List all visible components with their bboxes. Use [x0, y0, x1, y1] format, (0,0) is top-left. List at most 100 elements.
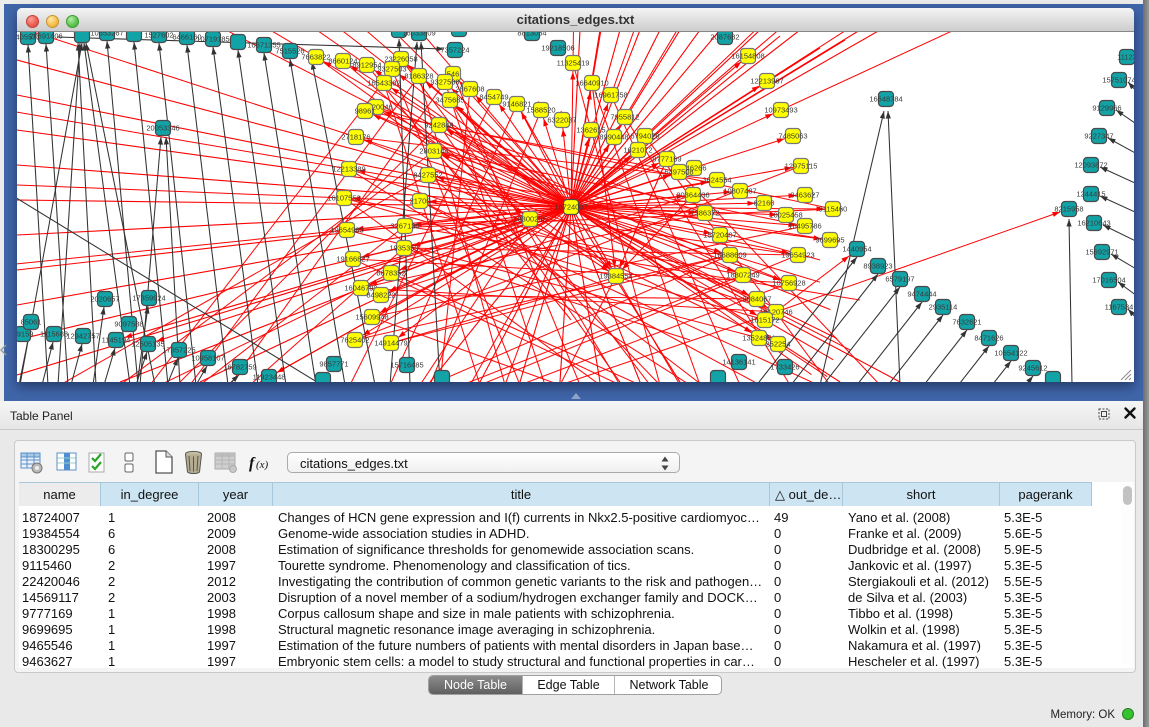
svg-text:8990448: 8990448: [599, 133, 628, 142]
svg-text:10958107: 10958107: [191, 354, 224, 363]
svg-text:20691406: 20691406: [29, 32, 62, 41]
svg-text:12093872: 12093872: [1074, 161, 1107, 170]
svg-text:7625402: 7625402: [340, 336, 369, 345]
svg-text:8498222: 8498222: [366, 291, 395, 300]
svg-text:7485063: 7485063: [778, 132, 807, 141]
svg-text:1615172: 1615172: [750, 316, 779, 325]
svg-text:6497508: 6497508: [664, 168, 693, 177]
svg-text:1527602: 1527602: [144, 32, 173, 40]
svg-text:7663822: 7663822: [301, 53, 330, 62]
svg-text:8427552: 8427552: [413, 171, 442, 180]
svg-text:15609948: 15609948: [355, 313, 388, 322]
svg-text:15716485: 15716485: [390, 361, 423, 370]
svg-text:3475685: 3475685: [435, 96, 464, 105]
svg-text:1167534: 1167534: [1105, 303, 1134, 312]
svg-text:16154808: 16154808: [731, 52, 764, 61]
svg-text:2935114: 2935114: [929, 303, 958, 312]
svg-text:19384554: 19384554: [599, 272, 632, 281]
svg-text:2020657: 2020657: [90, 295, 119, 304]
svg-text:15720407: 15720407: [703, 231, 736, 240]
svg-text:12975115: 12975115: [785, 162, 818, 171]
svg-text:7357224: 7357224: [440, 46, 469, 55]
svg-text:9474444: 9474444: [907, 290, 936, 299]
svg-text:7515526: 7515526: [275, 47, 304, 56]
svg-text:6794028: 6794028: [630, 132, 659, 141]
svg-text:14914479: 14914479: [374, 339, 407, 348]
svg-text:2087682: 2087682: [710, 33, 739, 42]
svg-text:17016504: 17016504: [1092, 276, 1125, 285]
svg-text:10654122: 10654122: [994, 349, 1027, 358]
svg-text:19166827: 19166827: [336, 255, 369, 264]
svg-text:15692971: 15692971: [1085, 248, 1118, 257]
svg-text:9699695: 9699695: [815, 236, 844, 245]
svg-text:85061: 85061: [21, 318, 42, 327]
svg-text:8186328: 8186328: [404, 72, 433, 81]
svg-text:9242848: 9242848: [424, 121, 453, 130]
svg-text:3624554: 3624554: [702, 176, 731, 185]
svg-text:1935359: 1935359: [389, 244, 418, 253]
svg-text:3267130: 3267130: [390, 222, 419, 231]
svg-text:11325419: 11325419: [557, 59, 590, 68]
svg-text:1115688: 1115688: [40, 330, 68, 339]
svg-text:10719185: 10719185: [196, 35, 229, 44]
svg-text:8678352: 8678352: [376, 269, 405, 278]
svg-text:20053346: 20053346: [146, 124, 179, 133]
svg-text:9115460: 9115460: [819, 205, 848, 214]
svg-text:9327503: 9327503: [377, 65, 406, 74]
svg-text:12942757: 12942757: [66, 332, 99, 341]
svg-text:f: f: [249, 455, 256, 472]
svg-text:6322037: 6322037: [547, 116, 576, 125]
svg-text:15751074: 15751074: [1102, 76, 1134, 85]
svg-text:16543382: 16543382: [367, 79, 400, 88]
svg-text:9129966: 9129966: [1092, 104, 1121, 113]
svg-text:6579197: 6579197: [885, 275, 914, 284]
svg-text:1145194: 1145194: [102, 336, 131, 345]
svg-text:8471626: 8471626: [974, 334, 1003, 343]
svg-text:1733426: 1733426: [770, 363, 799, 372]
svg-text:1440954: 1440954: [842, 245, 871, 254]
svg-text:18300295: 18300295: [513, 215, 546, 224]
svg-text:2718176: 2718176: [341, 133, 370, 142]
svg-text:16782759: 16782759: [223, 363, 256, 372]
svg-text:9227347: 9227347: [1084, 132, 1113, 141]
svg-text:16640910: 16640910: [575, 79, 608, 88]
svg-text:10973493: 10973493: [764, 106, 797, 115]
svg-text:10025458: 10025458: [769, 211, 802, 220]
svg-text:20364436: 20364436: [676, 191, 709, 200]
svg-text:19218506: 19218506: [541, 44, 574, 53]
svg-text:14136141: 14136141: [722, 358, 755, 367]
svg-text:8215958: 8215958: [1054, 205, 1083, 214]
svg-text:7632621: 7632621: [952, 318, 981, 327]
svg-text:12505135: 12505135: [131, 340, 164, 349]
svg-text:7955812: 7955812: [610, 113, 639, 122]
svg-text:11923448: 11923448: [253, 373, 286, 382]
svg-text:19654923: 19654923: [781, 251, 814, 260]
svg-text:16033809: 16033809: [402, 32, 435, 38]
svg-text:10653267: 10653267: [90, 32, 123, 38]
svg-text:11123: 11123: [1117, 53, 1134, 62]
svg-text:7386372: 7386372: [690, 209, 719, 218]
svg-text:2803144: 2803144: [419, 147, 448, 156]
svg-text:1244415: 1244415: [1076, 190, 1105, 199]
svg-text:(x): (x): [256, 459, 269, 471]
svg-text:16961758: 16961758: [594, 91, 627, 100]
svg-text:16107553: 16107553: [327, 194, 360, 203]
svg-text:10688609: 10688609: [713, 251, 746, 260]
svg-text:62160: 62160: [754, 199, 775, 208]
svg-text:252254: 252254: [765, 340, 790, 349]
svg-text:18724007: 18724007: [554, 203, 587, 212]
svg-text:8938923: 8938923: [863, 262, 892, 271]
svg-text:16648784: 16648784: [869, 95, 902, 104]
svg-text:9097588: 9097588: [114, 320, 143, 329]
svg-text:16210643: 16210643: [1077, 219, 1110, 228]
svg-text:12213389: 12213389: [332, 165, 365, 174]
svg-text:9245612: 9245612: [1018, 364, 1047, 373]
svg-text:8813054: 8813054: [517, 32, 546, 38]
svg-text:12213967: 12213967: [750, 77, 783, 86]
svg-text:18807249: 18807249: [726, 271, 759, 280]
svg-text:9463627: 9463627: [790, 191, 819, 200]
svg-text:39159: 39159: [17, 330, 33, 339]
svg-text:9084067: 9084067: [742, 295, 771, 304]
svg-text:1621072: 1621072: [623, 146, 652, 155]
svg-text:9777169: 9777169: [652, 155, 681, 164]
